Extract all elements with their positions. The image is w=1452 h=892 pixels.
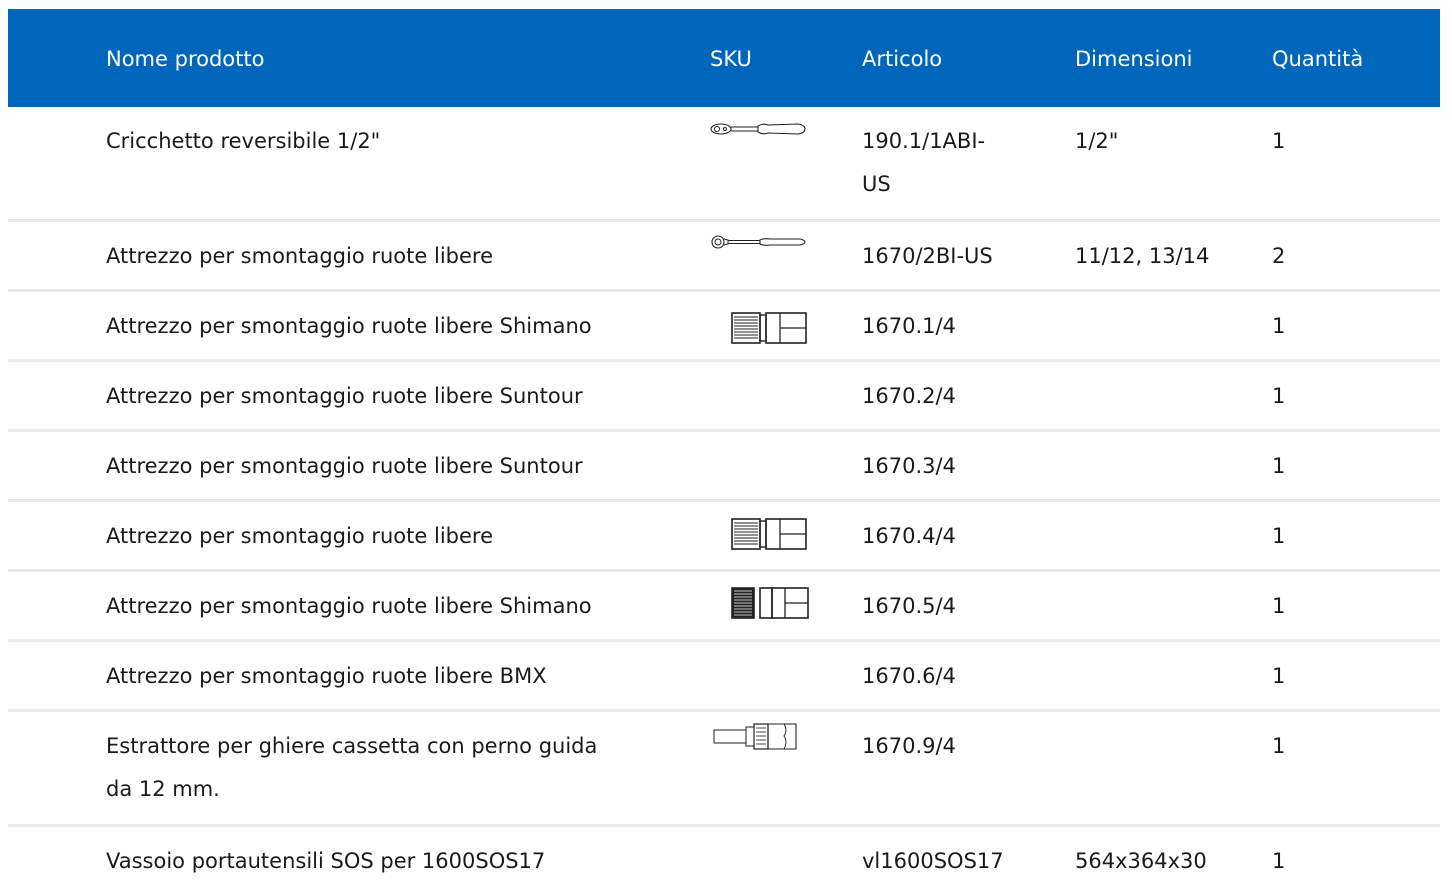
article-code: 1670.4/4 <box>862 524 956 548</box>
article-code: 190.1/1ABI-US <box>862 129 986 196</box>
product-name: Attrezzo per smontaggio ruote libere <box>106 524 493 548</box>
table-row: Attrezzo per smontaggio ruote libere BMX… <box>8 642 1440 712</box>
quantity: 1 <box>1272 849 1286 873</box>
ratchet-icon <box>708 119 818 139</box>
freewheel-socket-icon <box>730 310 840 346</box>
product-name: Attrezzo per smontaggio ruote libere Shi… <box>106 314 592 338</box>
quantity: 2 <box>1272 244 1286 268</box>
table-row: Cricchetto reversibile 1/2" 190.1/1ABI-U… <box>8 107 1440 222</box>
quantity: 1 <box>1272 454 1286 478</box>
article-code: 1670.1/4 <box>862 314 956 338</box>
article-code: 1670.2/4 <box>862 384 956 408</box>
dimensions: 11/12, 13/14 <box>1075 244 1210 268</box>
article-code: 1670.5/4 <box>862 594 956 618</box>
column-header-name[interactable]: Nome prodotto <box>106 46 264 72</box>
freewheel-socket-dense-icon <box>730 585 840 621</box>
article-code: 1670.6/4 <box>862 664 956 688</box>
table-row: Attrezzo per smontaggio ruote libere Shi… <box>8 572 1440 642</box>
product-name: Attrezzo per smontaggio ruote libere Sun… <box>106 454 583 478</box>
column-header-article[interactable]: Articolo <box>862 46 942 72</box>
cassette-extractor-icon <box>712 722 822 752</box>
table-row: Attrezzo per smontaggio ruote libere 167… <box>8 222 1440 292</box>
dimensions: 1/2" <box>1075 129 1119 153</box>
article-code: 1670/2BI-US <box>862 244 993 268</box>
quantity: 1 <box>1272 664 1286 688</box>
table-row: Estrattore per ghiere cassetta con perno… <box>8 712 1440 827</box>
product-name: Attrezzo per smontaggio ruote libere Sun… <box>106 384 583 408</box>
product-name: Cricchetto reversibile 1/2" <box>106 129 381 153</box>
quantity: 1 <box>1272 594 1286 618</box>
quantity: 1 <box>1272 734 1286 758</box>
product-name: Vassoio portautensili SOS per 1600SOS17 <box>106 849 546 873</box>
quantity: 1 <box>1272 384 1286 408</box>
table-row: Attrezzo per smontaggio ruote libere Sun… <box>8 362 1440 432</box>
column-header-sku[interactable]: SKU <box>710 46 752 72</box>
table-row: Attrezzo per smontaggio ruote libere 167… <box>8 502 1440 572</box>
column-header-quantity[interactable]: Quantità <box>1272 46 1363 72</box>
dimensions: 564x364x30 <box>1075 849 1207 873</box>
product-name: Attrezzo per smontaggio ruote libere <box>106 244 493 268</box>
column-header-dimensions[interactable]: Dimensioni <box>1075 46 1192 72</box>
quantity: 1 <box>1272 314 1286 338</box>
product-table: Nome prodotto SKU Articolo Dimensioni Qu… <box>8 9 1440 887</box>
article-code: 1670.3/4 <box>862 454 956 478</box>
freewheel-socket-icon <box>730 516 840 552</box>
table-row: Attrezzo per smontaggio ruote libere Shi… <box>8 292 1440 362</box>
product-name: Estrattore per ghiere cassetta con perno… <box>106 734 598 801</box>
quantity: 1 <box>1272 524 1286 548</box>
product-name: Attrezzo per smontaggio ruote libere Shi… <box>106 594 592 618</box>
quantity: 1 <box>1272 129 1286 153</box>
table-header: Nome prodotto SKU Articolo Dimensioni Qu… <box>8 9 1440 107</box>
article-code: 1670.9/4 <box>862 734 956 758</box>
ratchet-icon <box>708 232 818 252</box>
article-code: vl1600SOS17 <box>862 849 1004 873</box>
product-name: Attrezzo per smontaggio ruote libere BMX <box>106 664 547 688</box>
table-row: Attrezzo per smontaggio ruote libere Sun… <box>8 432 1440 502</box>
table-row: Vassoio portautensili SOS per 1600SOS17 … <box>8 827 1440 887</box>
